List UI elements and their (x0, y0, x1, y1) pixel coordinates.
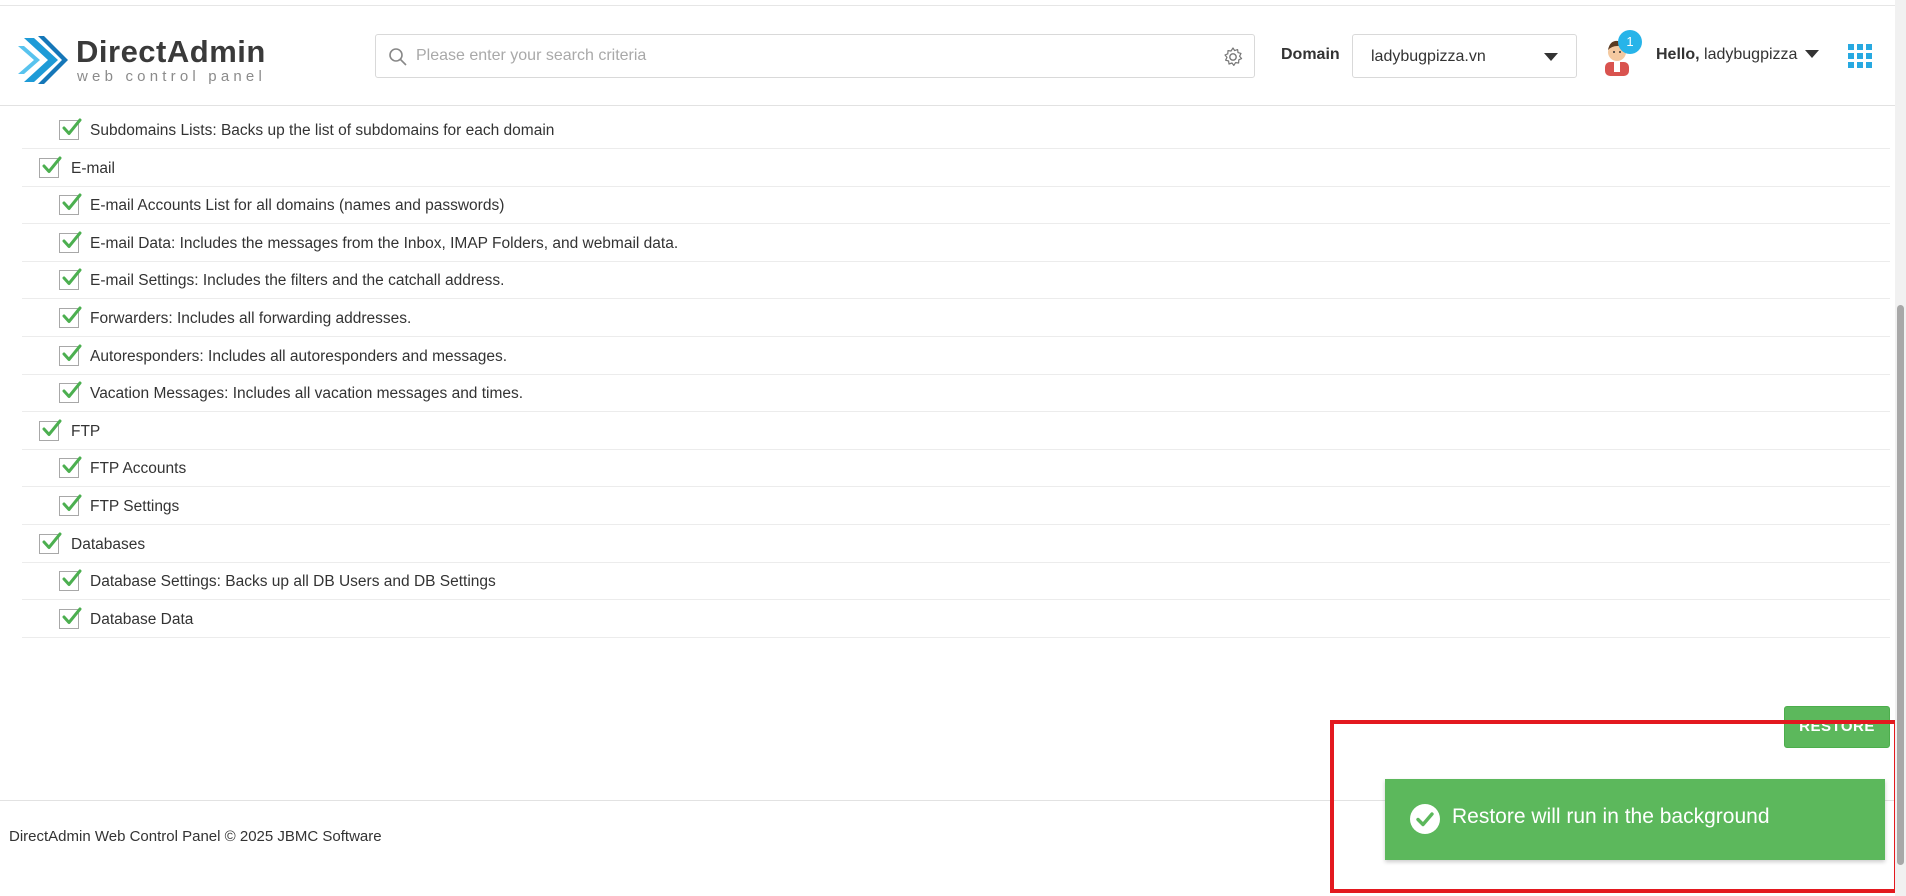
success-toast[interactable]: Restore will run in the background (1385, 779, 1885, 860)
option-row: Autoresponders: Includes all autorespond… (22, 338, 1890, 375)
option-row: Forwarders: Includes all forwarding addr… (22, 300, 1890, 337)
option-row: Subdomains Lists: Backs up the list of s… (22, 112, 1890, 149)
apps-grid-icon[interactable] (1848, 44, 1872, 68)
directadmin-logo[interactable]: DirectAdmin web control panel (18, 30, 265, 90)
checkmark-icon (42, 419, 62, 436)
search-icon (389, 48, 407, 66)
username: ladybugpizza (1704, 46, 1798, 63)
option-label[interactable]: E-mail Accounts List for all domains (na… (90, 197, 504, 215)
checkbox[interactable] (39, 532, 62, 554)
checkmark-icon (62, 494, 82, 511)
checkbox[interactable] (59, 231, 82, 253)
checkmark-icon (62, 607, 82, 624)
domain-select[interactable]: ladybugpizza.vn (1352, 34, 1577, 78)
option-label[interactable]: Subdomains Lists: Backs up the list of s… (90, 122, 554, 140)
section-row: FTP (22, 413, 1890, 450)
section-row: E-mail (22, 150, 1890, 187)
option-label[interactable]: Databases (71, 536, 145, 554)
gear-icon[interactable] (1222, 46, 1244, 68)
notification-badge[interactable]: 1 (1618, 30, 1642, 54)
option-label[interactable]: Forwarders: Includes all forwarding addr… (90, 310, 411, 328)
checkbox[interactable] (59, 607, 82, 629)
logo-subtitle: web control panel (77, 68, 266, 85)
checkmark-icon (62, 231, 82, 248)
option-label[interactable]: FTP (71, 423, 100, 441)
search-box (375, 34, 1255, 78)
option-label[interactable]: Database Data (90, 611, 193, 629)
checkbox[interactable] (59, 118, 82, 140)
option-label[interactable]: E-mail Data: Includes the messages from … (90, 235, 678, 253)
user-greeting[interactable]: Hello, ladybugpizza (1656, 46, 1797, 64)
checkbox[interactable] (39, 419, 62, 441)
checkmark-icon (62, 193, 82, 211)
top-header: DirectAdmin web control panel Domain lad… (0, 6, 1906, 106)
option-label[interactable]: FTP Accounts (90, 460, 186, 478)
search-input[interactable] (416, 35, 1196, 77)
checkbox[interactable] (59, 494, 82, 516)
checkbox[interactable] (59, 381, 82, 404)
checkmark-icon (62, 306, 82, 323)
domain-value: ladybugpizza.vn (1371, 48, 1486, 65)
checkbox[interactable] (59, 569, 82, 592)
option-row: E-mail Accounts List for all domains (na… (22, 187, 1890, 225)
option-label[interactable]: E-mail (71, 160, 115, 178)
checkbox[interactable] (59, 268, 82, 291)
checkmark-icon (62, 344, 82, 361)
option-row: E-mail Settings: Includes the filters an… (22, 262, 1890, 300)
section-row: Databases (22, 526, 1890, 563)
option-row: Database Settings: Backs up all DB Users… (22, 563, 1890, 601)
option-row: FTP Accounts (22, 450, 1890, 488)
checkmark-icon (42, 156, 62, 173)
checkmark-icon (42, 532, 62, 549)
checkmark-icon (62, 268, 82, 286)
domain-label: Domain (1281, 46, 1340, 63)
chevron-down-icon (1544, 53, 1558, 61)
option-label[interactable]: Autoresponders: Includes all autorespond… (90, 348, 507, 366)
option-label[interactable]: FTP Settings (90, 498, 179, 516)
option-label[interactable]: Vacation Messages: Includes all vacation… (90, 385, 523, 403)
checkbox[interactable] (59, 344, 82, 366)
logo-title: DirectAdmin (76, 34, 266, 69)
checkmark-icon (62, 569, 82, 587)
option-row: FTP Settings (22, 488, 1890, 525)
check-circle-icon (1410, 804, 1440, 834)
checkmark-icon (62, 118, 82, 135)
checkbox[interactable] (59, 193, 82, 216)
backup-options-list: Subdomains Lists: Backs up the list of s… (0, 107, 1895, 797)
scrollbar-thumb[interactable] (1897, 305, 1904, 865)
directadmin-logo-icon (18, 36, 68, 84)
option-row: E-mail Data: Includes the messages from … (22, 225, 1890, 262)
footer-copyright: DirectAdmin Web Control Panel © 2025 JBM… (9, 828, 382, 845)
option-row: Database Data (22, 601, 1890, 638)
hello-prefix: Hello, (1656, 46, 1700, 63)
checkbox[interactable] (59, 306, 82, 328)
checkbox[interactable] (59, 456, 82, 479)
option-label[interactable]: E-mail Settings: Includes the filters an… (90, 272, 504, 290)
user-menu-chevron-icon[interactable] (1805, 50, 1819, 58)
toast-message: Restore will run in the background (1452, 805, 1770, 828)
checkmark-icon (62, 456, 82, 474)
option-label[interactable]: Database Settings: Backs up all DB Users… (90, 573, 496, 591)
option-row: Vacation Messages: Includes all vacation… (22, 375, 1890, 413)
checkmark-icon (62, 381, 82, 399)
page-scrollbar[interactable] (1895, 0, 1906, 896)
checkbox[interactable] (39, 156, 62, 178)
